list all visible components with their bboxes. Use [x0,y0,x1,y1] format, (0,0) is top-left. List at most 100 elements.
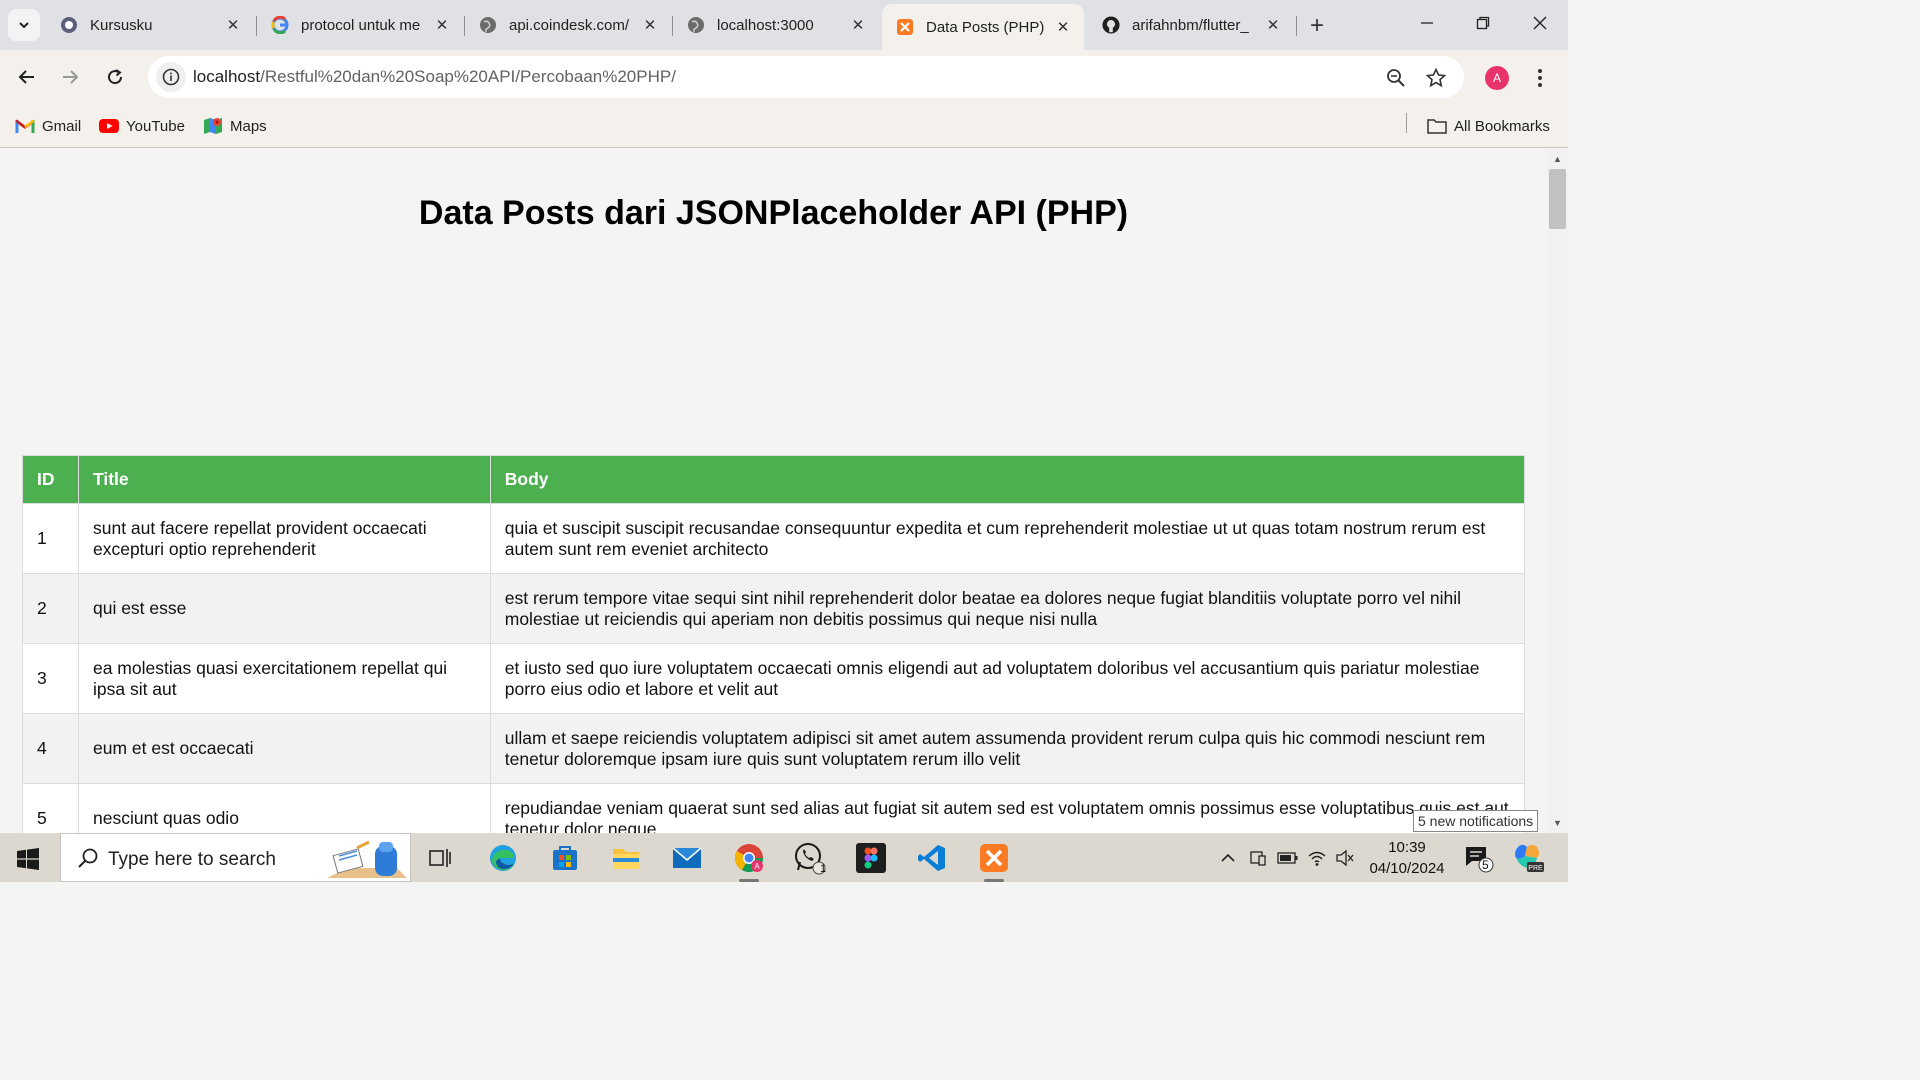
svg-text:A: A [754,862,760,871]
cell-body: repudiandae veniam quaerat sunt sed alia… [489,783,1526,833]
action-center-button[interactable]: 5 [1464,845,1494,873]
taskbar-clock[interactable]: 10:39 04/10/2024 [1362,837,1452,879]
taskbar-vscode[interactable] [913,839,951,877]
cell-id: 1 [22,503,79,574]
tab-coindesk[interactable]: api.coindesk.com/ ✕ [465,7,671,43]
volume-muted-icon [1336,849,1354,867]
url-host: localhost [193,67,261,86]
show-hidden-icons-button[interactable] [1217,847,1239,869]
minimize-button[interactable] [1412,8,1442,38]
taskbar-whatsapp[interactable]: 1 [791,839,829,877]
svg-text:PRE: PRE [1528,865,1543,872]
bookmark-gmail[interactable]: Gmail [15,113,81,139]
new-tab-button[interactable]: + [1303,12,1331,40]
notification-toast[interactable]: 5 new notifications [1413,810,1539,832]
cell-id: 5 [22,783,79,833]
tab-search-button[interactable] [8,9,40,41]
whatsapp-badge: 1 [820,863,827,875]
vscode-icon [918,845,945,871]
bookmarks-separator [1406,113,1407,133]
forward-button[interactable] [54,61,86,93]
chevron-up-icon [1221,853,1235,862]
cell-title: qui est esse [77,573,491,644]
bookmark-maps[interactable]: Maps [203,113,267,139]
tab-protocol[interactable]: protocol untuk me ✕ [257,7,463,43]
table-header-row: ID Title Body [22,455,1526,504]
wifi-icon [1308,851,1326,866]
all-bookmarks-button[interactable]: All Bookmarks [1427,113,1550,139]
moodle-icon [60,16,78,34]
github-icon [1102,16,1120,34]
folder-icon [613,849,639,869]
close-icon[interactable]: ✕ [1052,16,1074,38]
close-icon[interactable]: ✕ [222,14,244,36]
close-icon[interactable]: ✕ [431,14,453,36]
tab-data-posts[interactable]: Data Posts (PHP) ✕ [882,4,1084,50]
bookmark-youtube[interactable]: YouTube [99,113,185,139]
taskbar-chrome[interactable]: A [730,839,768,882]
taskbar-copilot[interactable]: PRE [1511,842,1545,874]
tab-label: protocol untuk me [301,16,421,34]
taskbar-mail[interactable] [668,839,706,877]
taskbar-xampp[interactable] [975,839,1013,882]
close-icon[interactable]: ✕ [639,14,661,36]
reload-icon [108,69,123,85]
taskbar-store[interactable] [546,839,584,877]
minimize-icon [1421,22,1433,24]
folder-icon [1427,117,1447,135]
taskbar-figma[interactable] [852,839,890,877]
profile-avatar[interactable]: A [1485,66,1509,90]
close-icon[interactable]: ✕ [847,14,869,36]
globe-icon [479,16,497,34]
tab-localhost-3000[interactable]: localhost:3000 ✕ [673,7,879,43]
bookmark-label: YouTube [126,117,185,135]
tray-battery[interactable] [1277,847,1299,869]
cell-title: ea molestias quasi exercitationem repell… [77,643,491,714]
bookmark-label: Gmail [42,117,82,135]
bookmark-star-button[interactable] [1423,65,1449,91]
windows-taskbar: Type here to search A 1 10:39 04/10/2024… [0,833,1568,882]
cell-title: eum et est occaecati [77,713,491,784]
site-info-button[interactable] [156,62,186,92]
scrollbar-thumb[interactable] [1549,169,1566,229]
restore-button[interactable] [1468,8,1498,38]
dot [1538,83,1542,87]
start-button[interactable] [12,843,44,875]
tray-volume[interactable] [1334,847,1356,869]
address-bar[interactable]: localhost/Restful%20dan%20Soap%20API/Per… [148,56,1464,98]
youtube-icon [99,117,119,135]
tray-meet-now[interactable] [1247,847,1269,869]
browser-menu-button[interactable] [1530,64,1550,92]
taskbar-search-box[interactable]: Type here to search [60,833,411,882]
tray-network[interactable] [1306,847,1328,869]
clock-time: 10:39 [1388,839,1426,856]
taskbar-edge[interactable] [484,839,522,877]
scroll-up-arrow-icon[interactable]: ▲ [1547,151,1568,167]
table-row: 2 qui est esse est rerum tempore vitae s… [22,573,1526,644]
search-placeholder: Type here to search [108,849,276,870]
scroll-down-arrow-icon[interactable]: ▼ [1547,815,1568,831]
task-view-button[interactable] [421,839,459,877]
reload-button[interactable] [99,61,131,93]
notification-count: 5 [1482,858,1489,872]
url-path: /Restful%20dan%20Soap%20API/Percobaan%20… [260,67,676,86]
window-close-button[interactable] [1525,8,1555,38]
chevron-down-icon [19,22,29,29]
zoom-button[interactable] [1383,65,1409,91]
url-text[interactable]: localhost/Restful%20dan%20Soap%20API/Per… [193,67,676,87]
arrow-right-icon [63,70,79,84]
taskbar-file-explorer[interactable] [607,839,645,877]
close-icon[interactable]: ✕ [1262,14,1284,36]
page-scrollbar[interactable]: ▲ ▼ [1547,149,1568,833]
gmail-icon [15,117,35,135]
tab-github[interactable]: arifahnbm/flutter_ ✕ [1088,7,1294,43]
tab-kursusku[interactable]: Kursusku ✕ [46,7,254,43]
column-header-body: Body [489,455,1526,504]
table-row: 1 sunt aut facere repellat provident occ… [22,503,1526,574]
page-title: Data Posts dari JSONPlaceholder API (PHP… [418,194,1129,232]
column-header-id: ID [22,455,79,504]
star-icon [1426,68,1446,88]
back-button[interactable] [11,61,43,93]
task-view-icon [429,849,451,867]
google-icon [271,16,289,34]
